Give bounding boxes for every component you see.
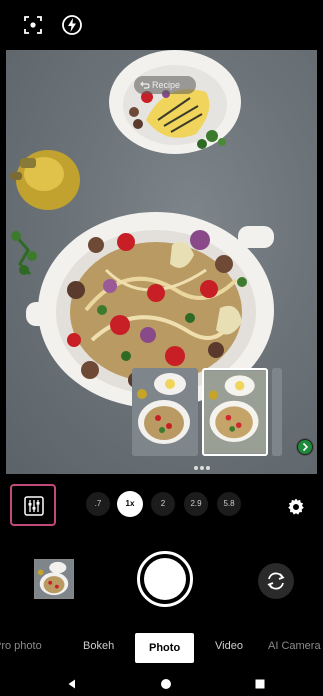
mode-photo[interactable]: Photo xyxy=(135,633,195,663)
home-icon[interactable] xyxy=(160,678,172,690)
preview-thumbnail[interactable] xyxy=(272,368,282,456)
flash-auto-icon[interactable] xyxy=(61,14,83,36)
mode-video[interactable]: Video xyxy=(215,640,243,652)
mode-selector: Pro photo Bokeh Photo Video AI Camera xyxy=(0,633,323,663)
shutter-button[interactable] xyxy=(137,551,193,607)
page-indicator-dots xyxy=(194,457,216,470)
recipe-pill-text: Recipe xyxy=(152,80,181,90)
switch-camera-icon xyxy=(267,572,285,590)
preview-thumbnail-selected[interactable] xyxy=(202,368,268,456)
zoom-5-8-button[interactable]: 5.8 xyxy=(217,492,241,516)
mode-bokeh[interactable]: Bokeh xyxy=(83,640,114,652)
zoom-2-button[interactable]: 2 xyxy=(151,492,175,516)
recipe-label: Recipe xyxy=(134,76,196,94)
mode-pro-photo[interactable]: Pro photo xyxy=(0,640,42,652)
preview-thumbnail[interactable] xyxy=(132,368,198,456)
focus-frame-icon[interactable] xyxy=(22,14,44,36)
camera-viewfinder[interactable]: Recipe xyxy=(6,50,317,474)
gallery-thumbnail[interactable] xyxy=(34,559,74,599)
zoom-2-9-button[interactable]: 2.9 xyxy=(184,492,208,516)
color-settings-button[interactable] xyxy=(10,484,56,526)
switch-camera-button[interactable] xyxy=(258,563,294,599)
undo-icon xyxy=(140,81,150,89)
top-bar xyxy=(0,0,323,50)
zoom-0-7-button[interactable]: .7 xyxy=(86,492,110,516)
preview-thumbnail-strip[interactable] xyxy=(130,368,282,456)
next-arrow-button[interactable] xyxy=(296,438,314,456)
system-nav-bar xyxy=(0,672,323,696)
sliders-icon xyxy=(24,496,44,516)
back-icon[interactable] xyxy=(66,678,78,690)
chevron-right-icon xyxy=(298,440,312,454)
mode-ai-camera[interactable]: AI Camera xyxy=(268,640,321,652)
zoom-1x-button[interactable]: 1x xyxy=(117,491,143,517)
gear-icon[interactable] xyxy=(286,497,306,517)
recents-icon[interactable] xyxy=(254,678,266,690)
shutter-inner xyxy=(144,558,186,600)
